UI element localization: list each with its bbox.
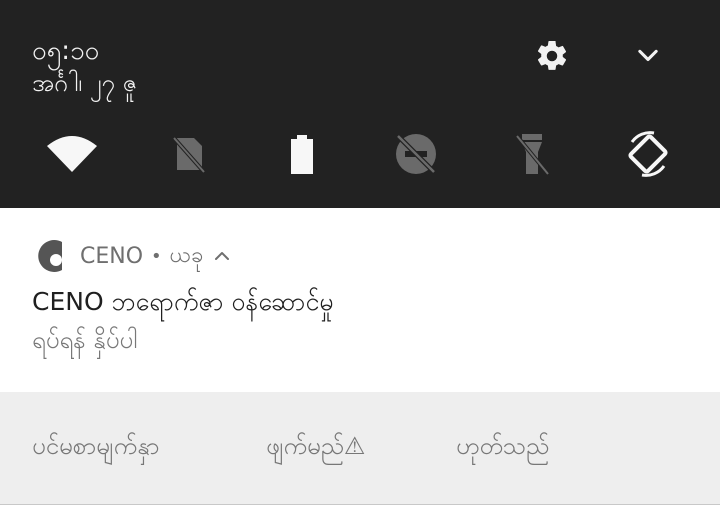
notification-title: CENO ဘရောက်ဇာ ဝန်ဆောင်မှု: [32, 287, 334, 316]
home-action-button[interactable]: ပင်မစာမျက်နှာ: [32, 428, 159, 464]
ceno-app-icon: [38, 240, 62, 272]
header-separator: •: [151, 245, 162, 267]
wifi-icon[interactable]: [46, 130, 98, 178]
delete-action-button[interactable]: ဖျက်မည်⚠: [266, 428, 365, 464]
gear-icon[interactable]: [532, 36, 572, 76]
do-not-disturb-off-icon[interactable]: [390, 130, 442, 178]
notification-subtitle: ရပ်ရန် နှိပ်ပါ: [32, 326, 138, 354]
flashlight-off-icon[interactable]: [506, 130, 558, 178]
quick-settings-panel: [0, 0, 720, 208]
auto-rotate-icon[interactable]: [622, 130, 674, 178]
confirm-action-button[interactable]: ဟုတ်သည်: [456, 428, 549, 464]
date: အင်္ဂါ၊ ၂၇ ဇူ: [32, 69, 137, 97]
chevron-down-icon[interactable]: [628, 36, 668, 76]
notification-time: ယခု: [169, 242, 204, 268]
battery-icon[interactable]: [276, 130, 328, 178]
clock: ၀၅:၁၀: [32, 36, 100, 66]
sim-off-icon[interactable]: [162, 130, 214, 178]
notification-header[interactable]: CENO • ယခု: [32, 236, 231, 276]
app-name: CENO: [80, 243, 144, 269]
chevron-up-icon[interactable]: [213, 247, 231, 265]
